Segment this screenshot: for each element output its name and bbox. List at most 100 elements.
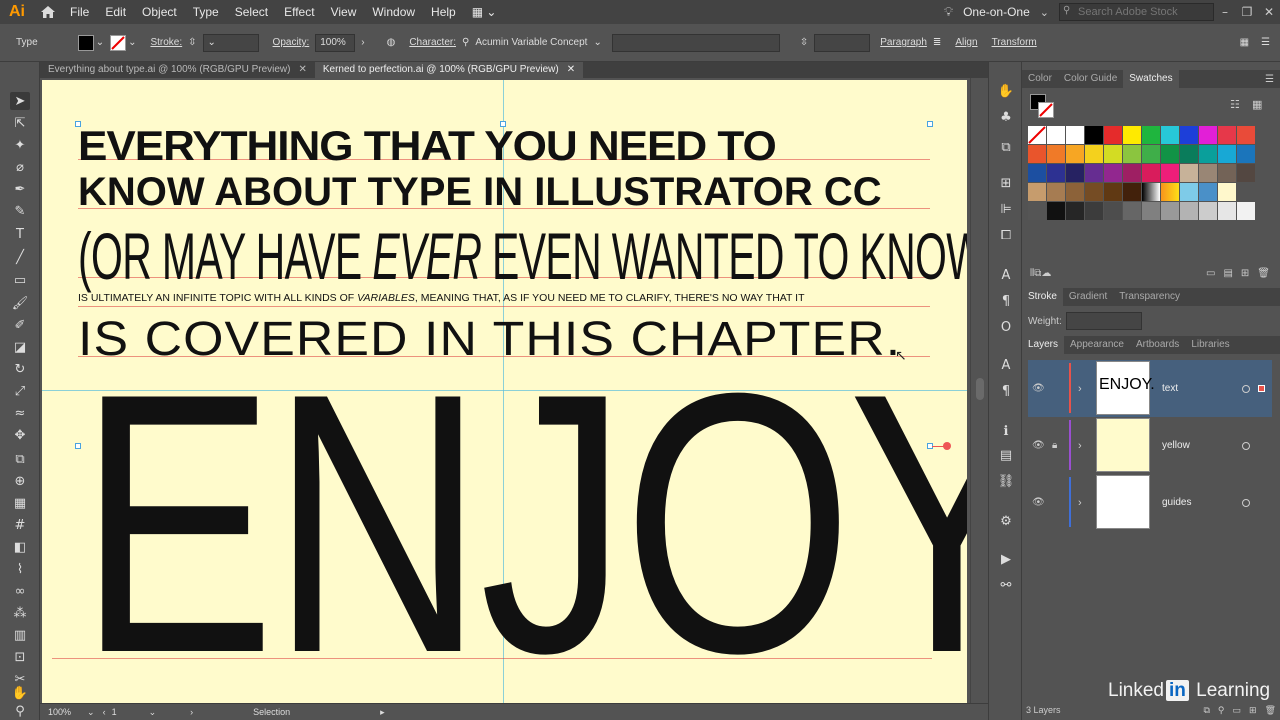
- eyedropper-tool-icon[interactable]: ⌇: [10, 560, 30, 578]
- opacity-label[interactable]: Opacity:: [273, 37, 310, 48]
- menu-object[interactable]: Object: [134, 0, 185, 24]
- scale-tool-icon[interactable]: ⤢: [10, 382, 30, 400]
- lightbulb-icon[interactable]: 💡︎: [944, 5, 953, 20]
- free-transform-tool-icon[interactable]: ⧉: [10, 450, 30, 468]
- line-tool-icon[interactable]: ╱: [10, 248, 30, 266]
- enjoy-display-text[interactable]: ENJOY.: [78, 339, 967, 704]
- swatch[interactable]: [1066, 202, 1084, 220]
- swatch[interactable]: [1161, 145, 1179, 163]
- tab-everything-about-type[interactable]: Everything about type.ai @ 100% (RGB/GPU…: [40, 62, 315, 78]
- eraser-tool-icon[interactable]: ◪: [10, 338, 30, 356]
- paragraph-align-icon[interactable]: ≣: [933, 37, 941, 48]
- graphic-styles-icon[interactable]: A: [997, 356, 1015, 374]
- swatch[interactable]: [1180, 145, 1198, 163]
- chevron-right-icon[interactable]: ›: [361, 37, 364, 48]
- tab-libraries[interactable]: Libraries: [1185, 336, 1235, 354]
- swatch[interactable]: [1028, 164, 1046, 182]
- document-info-icon[interactable]: ▤: [997, 446, 1015, 464]
- stroke-color-swatch[interactable]: [1038, 102, 1054, 118]
- symbol-sprayer-tool-icon[interactable]: ⁂: [10, 604, 30, 622]
- hand-tool-icon[interactable]: ✋: [10, 684, 30, 702]
- trash-icon[interactable]: 🗑︎: [1265, 705, 1276, 716]
- font-search-icon[interactable]: ⚲: [462, 37, 469, 48]
- swatch[interactable]: [1218, 126, 1236, 144]
- swatch[interactable]: [1085, 164, 1103, 182]
- chevron-down-icon[interactable]: ⌄: [593, 37, 601, 48]
- column-graph-tool-icon[interactable]: ▥: [10, 626, 30, 644]
- swatch[interactable]: [1047, 164, 1065, 182]
- swatch[interactable]: [1161, 202, 1179, 220]
- grid-view-icon[interactable]: ▦: [1252, 98, 1262, 111]
- status-menu-icon[interactable]: ▸: [380, 707, 385, 718]
- swatch[interactable]: [1218, 164, 1236, 182]
- stroke-label[interactable]: Stroke:: [150, 37, 182, 48]
- links-icon[interactable]: ⛓: [997, 472, 1015, 490]
- artboard[interactable]: EVERYTHING THAT YOU NEED TO KNOW ABOUT T…: [42, 80, 967, 703]
- expand-chevron-icon[interactable]: ›: [1078, 383, 1082, 395]
- menu-type[interactable]: Type: [185, 0, 227, 24]
- stroke-stepper-icon[interactable]: ⇳: [188, 37, 196, 48]
- swatch[interactable]: [1180, 202, 1198, 220]
- stroke-weight-field[interactable]: ⌄: [202, 33, 259, 52]
- club-symbol-icon[interactable]: ♣: [997, 108, 1015, 126]
- arrange-documents-icon[interactable]: ▦ ⌄: [464, 0, 505, 24]
- swatch[interactable]: [1218, 145, 1236, 163]
- workspace-switcher[interactable]: One-on-One: [963, 5, 1030, 19]
- tab-stroke[interactable]: Stroke: [1022, 288, 1063, 306]
- bounding-box-handle[interactable]: [927, 121, 933, 127]
- swatch[interactable]: [1066, 126, 1084, 144]
- eye-icon[interactable]: 👁︎: [1032, 440, 1045, 451]
- show-kinds-icon[interactable]: ⧉: [1034, 268, 1041, 284]
- link-chain-icon[interactable]: ⚯: [997, 576, 1015, 594]
- trash-icon[interactable]: 🗑︎: [1257, 268, 1270, 284]
- swatch[interactable]: [1199, 164, 1217, 182]
- close-icon[interactable]: ✕: [298, 62, 306, 78]
- out-port-handle[interactable]: [943, 442, 951, 450]
- swatch[interactable]: [1066, 145, 1084, 163]
- new-color-group-icon[interactable]: ▭: [1206, 268, 1215, 284]
- swatch-pattern[interactable]: [1180, 183, 1198, 201]
- selected-art-indicator[interactable]: [1258, 385, 1265, 392]
- swatch-registration[interactable]: [1047, 126, 1065, 144]
- info-icon[interactable]: ℹ: [997, 422, 1015, 440]
- scroll-thumb[interactable]: [976, 378, 984, 400]
- tab-color-guide[interactable]: Color Guide: [1058, 70, 1123, 88]
- chevron-down-icon[interactable]: ⌄: [87, 707, 95, 718]
- opacity-field[interactable]: 100%: [315, 33, 356, 52]
- align-label[interactable]: Align: [955, 37, 977, 48]
- swatch[interactable]: [1237, 164, 1255, 182]
- swatch[interactable]: [1142, 145, 1160, 163]
- swatch[interactable]: [1085, 183, 1103, 201]
- mesh-tool-icon[interactable]: #: [10, 516, 30, 534]
- swatch[interactable]: [1104, 183, 1122, 201]
- gradient-tool-icon[interactable]: ◧: [10, 538, 30, 556]
- actions-play-icon[interactable]: ▶: [997, 550, 1015, 568]
- headline-line-3[interactable]: (OR MAY HAVE EVER EVEN WANTED TO KNOW): [78, 218, 967, 294]
- tab-artboards[interactable]: Artboards: [1130, 336, 1185, 354]
- lasso-tool-icon[interactable]: ⌀: [10, 158, 30, 176]
- chevron-down-icon[interactable]: ⌄: [128, 37, 136, 48]
- font-style-field[interactable]: [611, 33, 780, 52]
- swatch-options-icon[interactable]: ☁: [1041, 268, 1051, 284]
- swatch[interactable]: [1028, 183, 1046, 201]
- new-swatch-plus-icon[interactable]: ⊞: [1241, 268, 1249, 284]
- menu-effect[interactable]: Effect: [276, 0, 322, 24]
- paragraph-styles-icon[interactable]: ¶: [997, 382, 1015, 400]
- swatch[interactable]: [1047, 145, 1065, 163]
- tab-color[interactable]: Color: [1022, 70, 1058, 88]
- swatch[interactable]: [1047, 202, 1065, 220]
- swatch[interactable]: [1180, 126, 1198, 144]
- font-family-field[interactable]: Acumin Variable Concept: [475, 37, 587, 48]
- layer-row-text[interactable]: 👁︎ › ENJOY. text: [1028, 360, 1272, 417]
- close-window-button[interactable]: ✕: [1258, 5, 1280, 19]
- target-circle-icon[interactable]: [1242, 384, 1250, 393]
- chevron-down-icon[interactable]: ⌄: [1040, 6, 1049, 19]
- paragraph-label[interactable]: Paragraph: [880, 37, 927, 48]
- menu-help[interactable]: Help: [423, 0, 464, 24]
- panel-menu-icon[interactable]: ☰: [1265, 74, 1274, 85]
- chevron-down-icon[interactable]: ⌄: [149, 707, 157, 718]
- collect-export-icon[interactable]: ⧉: [1203, 705, 1209, 716]
- layer-name[interactable]: guides: [1162, 497, 1191, 508]
- swatch-pattern[interactable]: [1199, 183, 1217, 201]
- character-panel-icon[interactable]: A: [997, 266, 1015, 284]
